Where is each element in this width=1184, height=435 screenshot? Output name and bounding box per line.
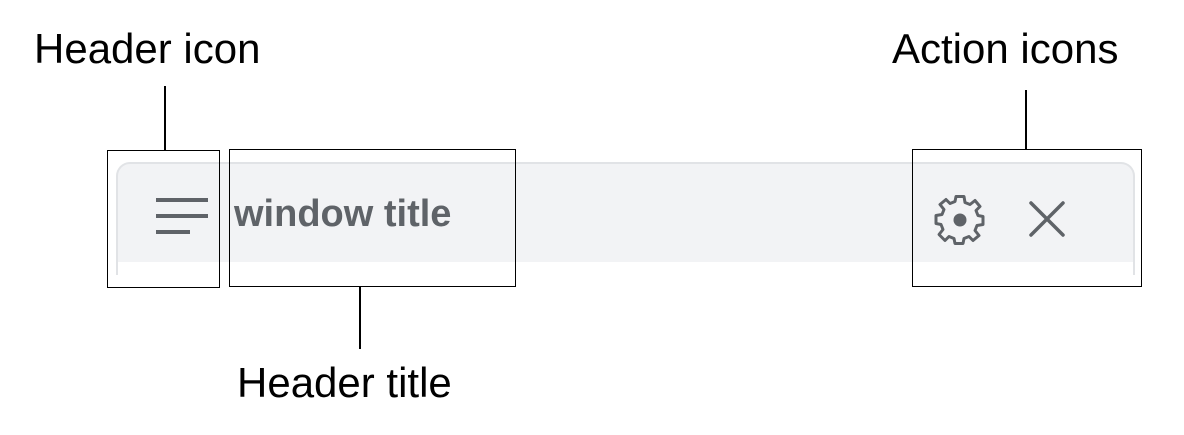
- callout-label-action-icons: Action icons: [892, 25, 1119, 72]
- leader-line-header-title: [359, 287, 361, 349]
- callout-label-header-icon: Header icon: [34, 25, 261, 72]
- callout-box-header-icon: [107, 150, 220, 288]
- leader-line-action-icons: [1025, 90, 1027, 150]
- callout-label-header-title: Header title: [237, 359, 452, 406]
- callout-box-action-icons: [912, 149, 1142, 287]
- leader-line-header-icon: [164, 86, 166, 150]
- callout-box-header-title: [229, 149, 516, 287]
